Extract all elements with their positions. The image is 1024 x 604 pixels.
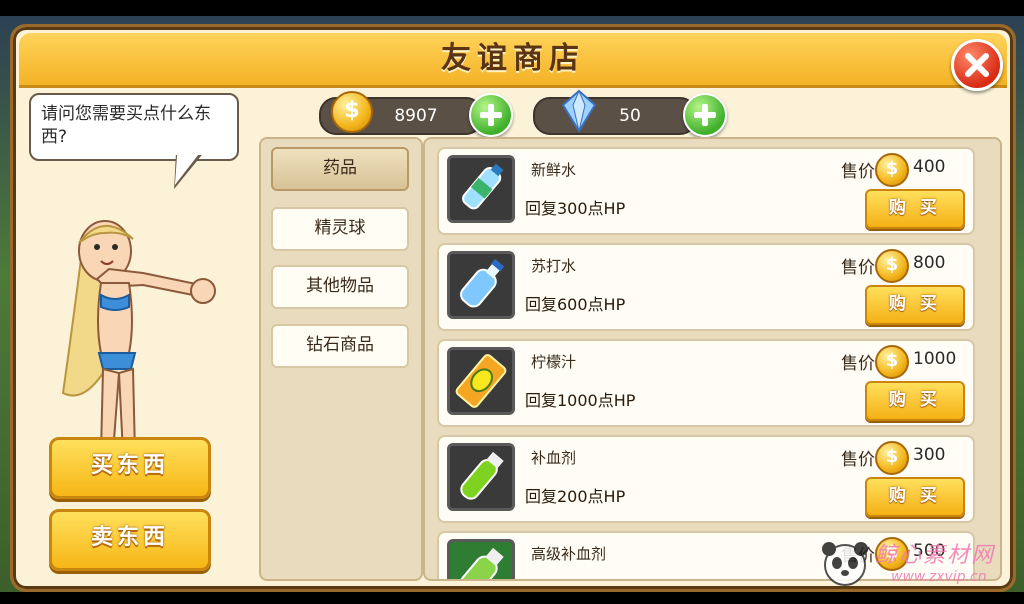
item-description: 回复600点HP [525, 295, 626, 314]
buy-mode-button[interactable]: 买东西 [49, 437, 211, 499]
buy-button[interactable]: 购 买 [865, 285, 965, 325]
category-tabs: 药品 精灵球 其他物品 钻石商品 [259, 137, 423, 581]
diamond-gem-icon [561, 89, 597, 133]
item-list[interactable]: 新鲜水 回复300点HP 售价 $ 400 购 买 苏打水 回复600点HP 售… [423, 137, 1002, 581]
watermark-text: 鲸心素材网 [875, 543, 996, 568]
item-name: 补血剂 [531, 449, 577, 467]
shop-item: 新鲜水 回复300点HP 售价 $ 400 购 买 [437, 147, 975, 235]
watermark: 鲸心素材网 www.zxvip.cn [819, 537, 1019, 597]
bottom-letterbox [0, 592, 1024, 604]
gold-amount: 8907 [394, 106, 438, 126]
item-name: 苏打水 [531, 257, 577, 275]
game-screen: 友谊商店 请问您需要买点什么东西? 买东西 卖东西 8907 $ 50 药品 精… [0, 0, 1024, 604]
gem-balance-bar: 50 [533, 97, 697, 135]
gold-coin-icon: $ [875, 345, 909, 379]
buy-button[interactable]: 购 买 [865, 381, 965, 421]
shop-item: 苏打水 回复600点HP 售价 $ 800 购 买 [437, 243, 975, 331]
shopkeeper-character [61, 220, 216, 454]
item-description: 回复200点HP [525, 487, 626, 506]
item-description: 回复1000点HP [525, 391, 636, 410]
price-label: 售价 [841, 162, 875, 182]
top-letterbox [0, 0, 1024, 16]
shop-panel: 友谊商店 请问您需要买点什么东西? 买东西 卖东西 8907 $ 50 药品 精… [10, 24, 1016, 592]
item-name: 新鲜水 [531, 161, 577, 179]
add-gems-button[interactable] [683, 93, 727, 137]
category-tab-medicine[interactable]: 药品 [271, 147, 409, 191]
price-label: 售价 [841, 354, 875, 374]
npc-speech-text: 请问您需要买点什么东西? [41, 104, 211, 147]
soda-bottle-icon [447, 251, 515, 319]
item-price: 400 [913, 157, 946, 177]
category-tab-diamond-goods[interactable]: 钻石商品 [271, 324, 409, 368]
npc-speech-bubble: 请问您需要买点什么东西? [29, 93, 239, 161]
shop-title: 友谊商店 [441, 41, 585, 76]
item-price: 800 [913, 253, 946, 273]
water-bottle-icon [447, 155, 515, 223]
gold-coin-icon: $ [875, 441, 909, 475]
buy-button[interactable]: 购 买 [865, 189, 965, 229]
watermark-url: www.zxvip.cn [891, 569, 987, 585]
item-name: 柠檬汁 [531, 353, 577, 371]
price-label: 售价 [841, 258, 875, 278]
category-tab-other-items[interactable]: 其他物品 [271, 265, 409, 309]
buy-button[interactable]: 购 买 [865, 477, 965, 517]
panda-logo-icon [822, 542, 868, 586]
item-description: 回复300点HP [525, 199, 626, 218]
gold-coin-icon: $ [331, 91, 373, 133]
shop-item: 补血剂 回复200点HP 售价 $ 300 购 买 [437, 435, 975, 523]
add-gold-button[interactable] [469, 93, 513, 137]
lemonade-can-icon [447, 347, 515, 415]
potion-vial-icon [447, 443, 515, 511]
gold-coin-icon: $ [875, 153, 909, 187]
price-label: 售价 [841, 450, 875, 470]
item-price: 300 [913, 445, 946, 465]
close-button[interactable] [951, 39, 1003, 91]
category-tab-pokeball[interactable]: 精灵球 [271, 207, 409, 251]
item-price: 1000 [913, 349, 957, 369]
item-name: 高级补血剂 [531, 545, 607, 563]
shop-title-bar: 友谊商店 [19, 33, 1007, 91]
close-icon [965, 53, 989, 77]
sell-mode-button[interactable]: 卖东西 [49, 509, 211, 571]
gold-coin-icon: $ [875, 249, 909, 283]
shop-item: 柠檬汁 回复1000点HP 售价 $ 1000 购 买 [437, 339, 975, 427]
super-potion-icon [447, 539, 515, 579]
